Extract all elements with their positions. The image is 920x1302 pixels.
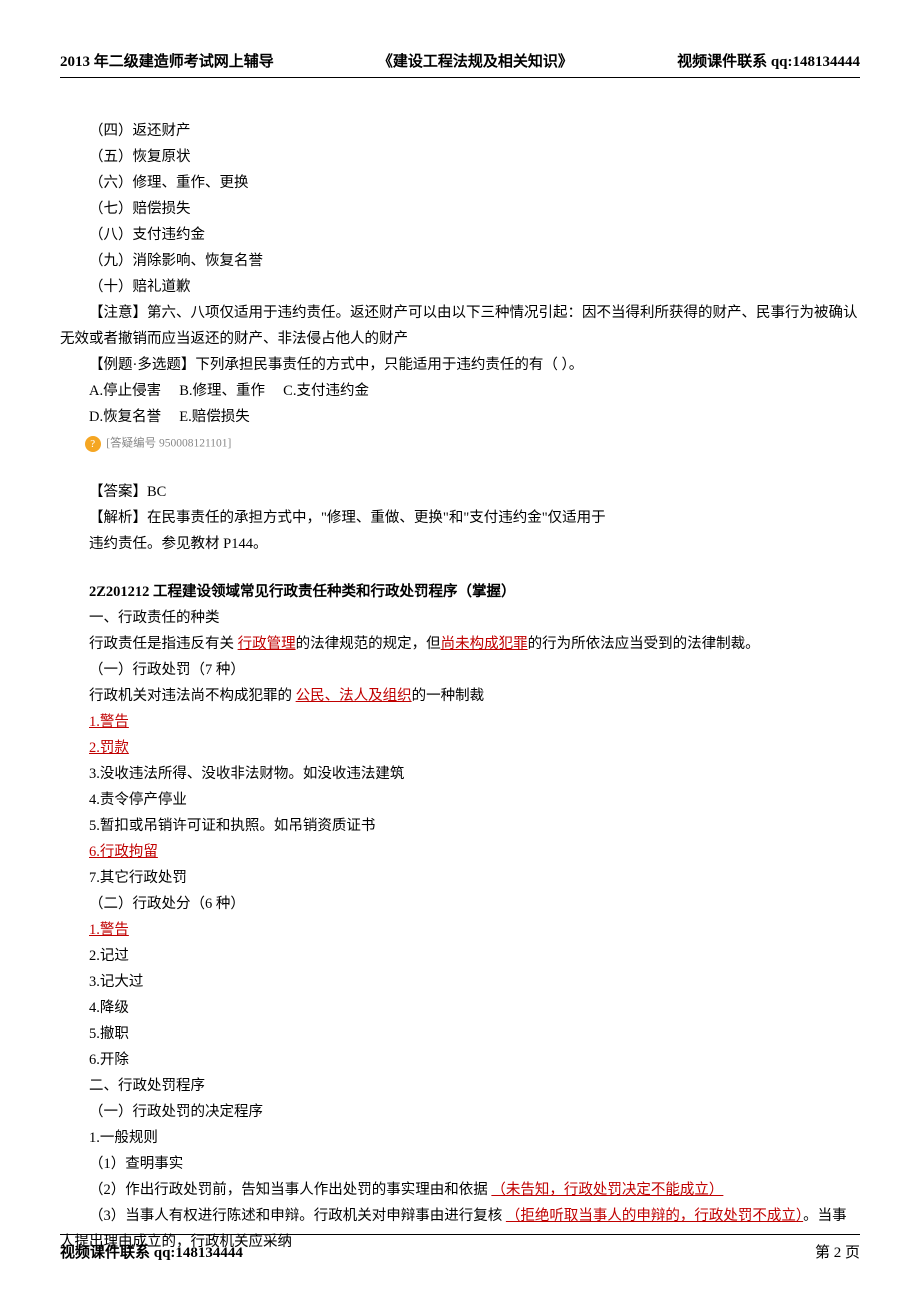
- heading-1: 一、行政责任的种类: [60, 605, 860, 631]
- options-row-1: A.停止侵害 B.修理、重作 C.支付违约金: [60, 378, 860, 404]
- sanction-item-3: 3.记大过: [60, 969, 860, 995]
- example-question: 【例题·多选题】下列承担民事责任的方式中，只能适用于违约责任的有（ ）。: [60, 352, 860, 378]
- list-item: （七）赔偿损失: [60, 196, 860, 222]
- rule-item-2: （2）作出行政处罚前，告知当事人作出处罚的事实理由和依据 （未告知，行政处罚决定…: [60, 1177, 860, 1203]
- page-footer: 视频课件联系 qq:148134444 第 2 页: [60, 1234, 860, 1262]
- definition-line-2: 行政机关对违法尚不构成犯罪的 公民、法人及组织的一种制裁: [60, 683, 860, 709]
- penalty-item-7: 7.其它行政处罚: [60, 865, 860, 891]
- option-c: C.支付违约金: [283, 383, 369, 399]
- options-row-2: D.恢复名誉 E.赔偿损失: [60, 404, 860, 430]
- note-paragraph: 【注意】第六、八项仅适用于违约责任。返还财产可以由以下三种情况引起：因不当得利所…: [60, 300, 860, 352]
- question-icon: ?: [85, 436, 101, 452]
- sanction-item-6: 6.开除: [60, 1047, 860, 1073]
- footer-left: 视频课件联系 qq:148134444: [60, 1241, 243, 1262]
- list-item: （九）消除影响、恢复名誉: [60, 248, 860, 274]
- option-b: B.修理、重作: [179, 383, 265, 399]
- option-a: A.停止侵害: [89, 383, 161, 399]
- qa-note-line: ? [答疑编号 950008121101]: [60, 430, 860, 457]
- red-term: 行政管理: [238, 636, 296, 652]
- rule-item-1: （1）查明事实: [60, 1151, 860, 1177]
- rule-heading: 1.一般规则: [60, 1125, 860, 1151]
- qa-number: [答疑编号 950008121101]: [106, 438, 231, 450]
- option-d: D.恢复名誉: [89, 409, 161, 425]
- list-item: （八）支付违约金: [60, 222, 860, 248]
- section-title: 2Z201212 工程建设领域常见行政责任种类和行政处罚程序（掌握）: [60, 579, 860, 605]
- definition-line: 行政责任是指违反有关 行政管理的法律规范的规定，但尚未构成犯罪的行为所依法应当受…: [60, 631, 860, 657]
- sanction-item-1: 1.警告: [60, 917, 860, 943]
- penalty-item-3: 3.没收违法所得、没收非法财物。如没收违法建筑: [60, 761, 860, 787]
- document-page: 2013 年二级建造师考试网上辅导 《建设工程法规及相关知识》 视频课件联系 q…: [0, 0, 920, 1302]
- red-note: （拒绝听取当事人的申辩的，行政处罚不成立）: [506, 1208, 803, 1224]
- text-segment: 的法律规范的规定，但: [296, 636, 441, 652]
- heading-2: 二、行政处罚程序: [60, 1073, 860, 1099]
- subheading: （一）行政处罚（7 种）: [60, 657, 860, 683]
- penalty-item-5: 5.暂扣或吊销许可证和执照。如吊销资质证书: [60, 813, 860, 839]
- sanction-item-2: 2.记过: [60, 943, 860, 969]
- penalty-item-6: 6.行政拘留: [60, 839, 860, 865]
- header-right: 视频课件联系 qq:148134444: [677, 50, 860, 71]
- document-body: （四）返还财产 （五）恢复原状 （六）修理、重作、更换 （七）赔偿损失 （八）支…: [60, 118, 860, 1255]
- penalty-item-4: 4.责令停产停业: [60, 787, 860, 813]
- list-item: （四）返还财产: [60, 118, 860, 144]
- analysis-line-2: 违约责任。参见教材 P144。: [60, 531, 860, 557]
- analysis-line-1: 【解析】在民事责任的承担方式中，"修理、重做、更换"和"支付违约金"仅适用于: [60, 505, 860, 531]
- sanction-item-5: 5.撤职: [60, 1021, 860, 1047]
- text-segment: 的一种制裁: [412, 688, 485, 704]
- red-term: 公民、法人及组织: [296, 688, 412, 704]
- penalty-item-1: 1.警告: [60, 709, 860, 735]
- page-header: 2013 年二级建造师考试网上辅导 《建设工程法规及相关知识》 视频课件联系 q…: [60, 50, 860, 78]
- text-segment: （2）作出行政处罚前，告知当事人作出处罚的事实理由和依据: [89, 1182, 491, 1198]
- text-segment: 的行为所依法应当受到的法律制裁。: [528, 636, 760, 652]
- subheading-2: （二）行政处分（6 种）: [60, 891, 860, 917]
- header-center: 《建设工程法规及相关知识》: [378, 50, 573, 71]
- red-note: （未告知，行政处罚决定不能成立）: [491, 1182, 723, 1198]
- list-item: （十）赔礼道歉: [60, 274, 860, 300]
- option-e: E.赔偿损失: [179, 409, 249, 425]
- list-item: （六）修理、重作、更换: [60, 170, 860, 196]
- page-number: 第 2 页: [815, 1241, 860, 1262]
- list-item: （五）恢复原状: [60, 144, 860, 170]
- red-term: 尚未构成犯罪: [441, 636, 528, 652]
- penalty-item-2: 2.罚款: [60, 735, 860, 761]
- subheading-3: （一）行政处罚的决定程序: [60, 1099, 860, 1125]
- header-left: 2013 年二级建造师考试网上辅导: [60, 50, 274, 71]
- sanction-item-4: 4.降级: [60, 995, 860, 1021]
- text-segment: （3）当事人有权进行陈述和申辩。行政机关对申辩事由进行复核: [60, 1208, 506, 1224]
- text-segment: 行政机关对违法尚不构成犯罪的: [89, 688, 296, 704]
- text-segment: 行政责任是指违反有关: [89, 636, 238, 652]
- answer-line: 【答案】BC: [60, 479, 860, 505]
